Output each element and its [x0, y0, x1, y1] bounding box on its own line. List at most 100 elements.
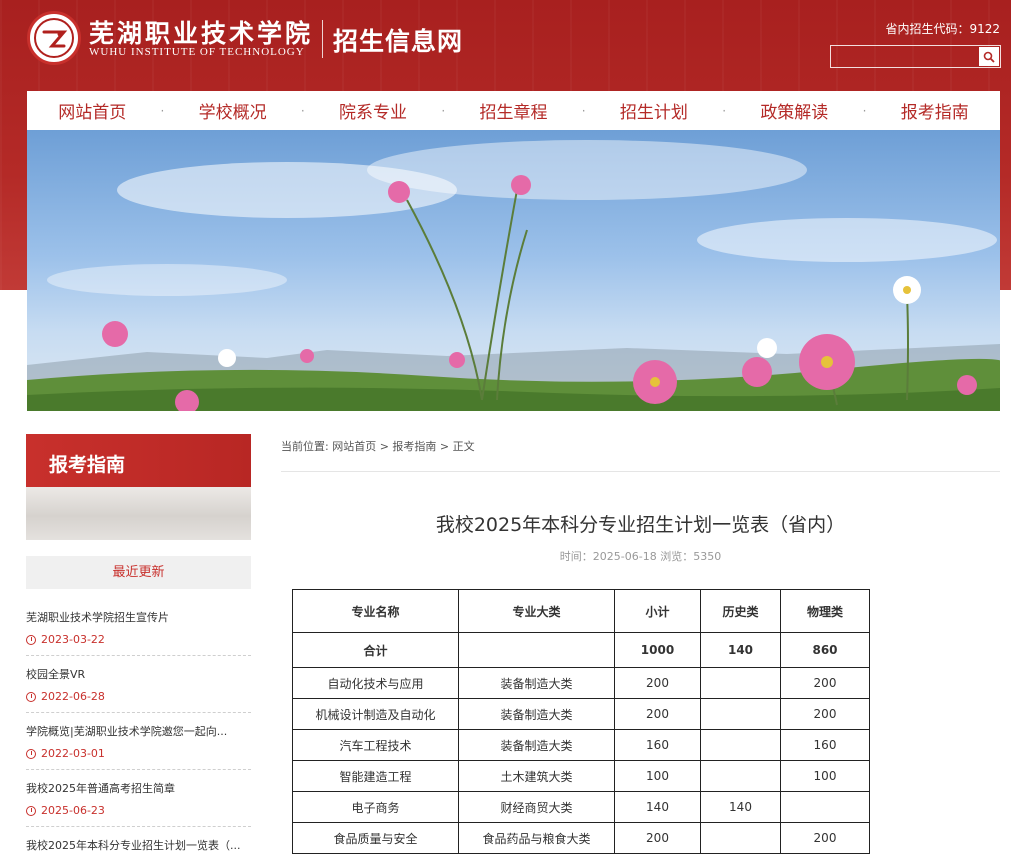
table-row: 自动化技术与应用 装备制造大类 200 200 — [293, 668, 870, 699]
article-meta: 时间：2025-06-18 浏览：5350 — [281, 548, 1000, 564]
table-cell: 装备制造大类 — [459, 699, 615, 730]
nav-separator: · — [438, 104, 448, 118]
list-item[interactable]: 学院概览|芜湖职业技术学院邀您一起向... 2022-03-01 — [26, 713, 251, 770]
table-cell: 100 — [781, 761, 870, 792]
enrollment-code: 省内招生代码：9122 — [885, 20, 1000, 37]
table-cell: 财经商贸大类 — [459, 792, 615, 823]
nav-item-departments[interactable]: 院系专业 — [308, 98, 438, 123]
table-cell: 140 — [701, 792, 781, 823]
table-cell: 1000 — [615, 633, 701, 668]
site-name: 招生信息网 — [333, 22, 463, 58]
table-cell: 装备制造大类 — [459, 668, 615, 699]
nav-item-plan[interactable]: 招生计划 — [589, 98, 719, 123]
news-title[interactable]: 校园全景VR — [26, 666, 251, 682]
table-cell: 100 — [615, 761, 701, 792]
list-item[interactable]: 校园全景VR 2022-06-28 — [26, 656, 251, 713]
recent-news-list: 芜湖职业技术学院招生宣传片 2023-03-22 校园全景VR 2022-06-… — [26, 599, 251, 861]
news-date: 2022-03-01 — [26, 747, 251, 760]
page-title: 我校2025年本科分专业招生计划一览表（省内） — [281, 510, 1000, 537]
table-cell — [701, 823, 781, 854]
news-date-text: 2025-06-23 — [41, 804, 105, 817]
table-cell: 合计 — [293, 633, 459, 668]
table-cell: 机械设计制造及自动化 — [293, 699, 459, 730]
table-header-row: 专业名称 专业大类 小计 历史类 物理类 — [293, 590, 870, 633]
table-cell: 200 — [781, 699, 870, 730]
table-row: 汽车工程技术 装备制造大类 160 160 — [293, 730, 870, 761]
table-cell: 食品质量与安全 — [293, 823, 459, 854]
logo-divider — [322, 20, 323, 58]
news-date: 2022-06-28 — [26, 690, 251, 703]
school-name-en: WUHU INSTITUTE OF TECHNOLOGY — [89, 46, 305, 58]
clock-icon — [26, 692, 36, 702]
list-item[interactable]: 我校2025年普通高考招生简章 2025-06-23 — [26, 770, 251, 827]
table-cell: 200 — [615, 699, 701, 730]
nav-item-policy[interactable]: 政策解读 — [729, 98, 859, 123]
clock-icon — [26, 635, 36, 645]
nav-item-guide[interactable]: 报考指南 — [870, 98, 1000, 123]
table-header-cell: 物理类 — [781, 590, 870, 633]
table-cell: 土木建筑大类 — [459, 761, 615, 792]
table-cell — [701, 761, 781, 792]
banner-image — [27, 130, 1000, 411]
nav-separator: · — [860, 104, 870, 118]
table-cell: 160 — [615, 730, 701, 761]
table-cell — [781, 792, 870, 823]
news-date-text: 2023-03-22 — [41, 633, 105, 646]
news-date-text: 2022-06-28 — [41, 690, 105, 703]
school-logo-seal[interactable] — [27, 11, 81, 65]
table-row: 电子商务 财经商贸大类 140 140 — [293, 792, 870, 823]
sidebar-photo — [26, 487, 251, 540]
table-total-row: 合计 1000 140 860 — [293, 633, 870, 668]
recent-updates-heading: 最近更新 — [26, 556, 251, 589]
news-title[interactable]: 芜湖职业技术学院招生宣传片 — [26, 609, 251, 625]
nav-item-about[interactable]: 学校概况 — [167, 98, 297, 123]
nav-separator: · — [579, 104, 589, 118]
table-cell: 140 — [615, 792, 701, 823]
sidebar-section-title: 报考指南 — [26, 434, 251, 487]
clock-icon — [26, 806, 36, 816]
table-cell: 装备制造大类 — [459, 730, 615, 761]
news-date: 2023-03-22 — [26, 633, 251, 646]
search-button[interactable] — [979, 47, 999, 66]
news-date-text: 2022-03-01 — [41, 747, 105, 760]
news-title[interactable]: 我校2025年本科分专业招生计划一览表（... — [26, 837, 251, 853]
list-item[interactable]: 我校2025年本科分专业招生计划一览表（... 2025-06-18 — [26, 827, 251, 861]
table-cell: 食品药品与粮食大类 — [459, 823, 615, 854]
table-header-cell: 历史类 — [701, 590, 781, 633]
table-row: 机械设计制造及自动化 装备制造大类 200 200 — [293, 699, 870, 730]
search-icon — [983, 51, 995, 63]
table-header-cell: 专业名称 — [293, 590, 459, 633]
school-name-cn: 芜湖职业技术学院 — [89, 14, 313, 50]
list-item[interactable]: 芜湖职业技术学院招生宣传片 2023-03-22 — [26, 599, 251, 656]
nav-separator: · — [719, 104, 729, 118]
breadcrumb-divider — [281, 471, 1000, 472]
table-cell: 汽车工程技术 — [293, 730, 459, 761]
news-date: 2025-06-23 — [26, 804, 251, 817]
table-cell: 200 — [615, 823, 701, 854]
table-header-cell: 小计 — [615, 590, 701, 633]
breadcrumb[interactable]: 当前位置: 网站首页 > 报考指南 > 正文 — [281, 438, 475, 454]
table-cell: 160 — [781, 730, 870, 761]
table-row: 智能建造工程 土木建筑大类 100 100 — [293, 761, 870, 792]
table-cell: 140 — [701, 633, 781, 668]
nav-item-charter[interactable]: 招生章程 — [448, 98, 578, 123]
nav-separator: · — [298, 104, 308, 118]
table-cell — [701, 699, 781, 730]
main-nav: 网站首页 · 学校概况 · 院系专业 · 招生章程 · 招生计划 · 政策解读 … — [27, 91, 1000, 130]
table-cell: 自动化技术与应用 — [293, 668, 459, 699]
table-cell: 860 — [781, 633, 870, 668]
table-cell: 200 — [781, 668, 870, 699]
enrollment-plan-table: 专业名称 专业大类 小计 历史类 物理类 合计 1000 140 860 自动化… — [292, 589, 870, 854]
search-input[interactable] — [831, 46, 979, 67]
table-row: 食品质量与安全 食品药品与粮食大类 200 200 — [293, 823, 870, 854]
table-cell — [701, 730, 781, 761]
news-title[interactable]: 学院概览|芜湖职业技术学院邀您一起向... — [26, 723, 251, 739]
table-cell: 电子商务 — [293, 792, 459, 823]
table-cell — [701, 668, 781, 699]
table-cell: 200 — [615, 668, 701, 699]
news-title[interactable]: 我校2025年普通高考招生简章 — [26, 780, 251, 796]
search-box — [830, 45, 1001, 68]
sidebar-section-title-text: 报考指南 — [49, 450, 125, 477]
table-cell: 200 — [781, 823, 870, 854]
nav-item-home[interactable]: 网站首页 — [27, 98, 157, 123]
